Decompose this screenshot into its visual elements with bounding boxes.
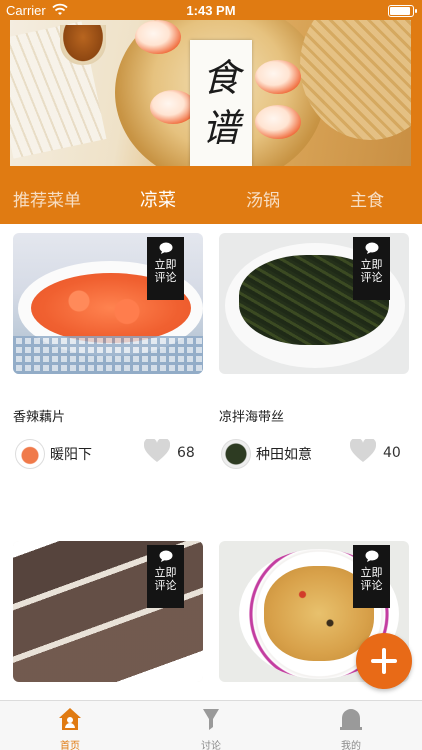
battery-icon <box>388 5 417 17</box>
banner-title-char-2: 谱 <box>201 106 240 150</box>
tab-home[interactable]: 首页 <box>30 701 110 750</box>
avatar[interactable] <box>221 439 251 469</box>
chat-bubble-icon <box>159 550 172 562</box>
tab-profile-label: 我的 <box>341 741 361 750</box>
recipe-name[interactable]: 凉拌海带丝 <box>219 406 284 425</box>
heart-icon[interactable] <box>144 439 170 463</box>
tab-discuss[interactable]: 讨论 <box>171 701 251 750</box>
avatar[interactable] <box>15 439 45 469</box>
category-tabs: 推荐菜单 凉菜 汤锅 主食 <box>0 186 422 218</box>
author-name[interactable]: 种田如意 <box>256 444 312 464</box>
comment-now-label-1: 立即 <box>360 258 383 271</box>
recipe-grid: 立即 评论 香辣藕片 暖阳下 68 立即 评论 凉拌海带丝 种田如意 40 立即… <box>0 224 422 700</box>
tab-hotpot[interactable]: 汤锅 <box>246 186 280 211</box>
profile-icon <box>340 709 362 730</box>
comment-now-label-2: 评论 <box>154 271 177 284</box>
comment-now-button[interactable]: 立即 评论 <box>147 237 184 300</box>
like-count: 68 <box>177 445 195 461</box>
bottom-tab-bar: 首页 讨论 我的 <box>0 700 422 750</box>
home-icon <box>59 708 81 730</box>
chat-bubble-icon <box>365 550 378 562</box>
tab-recommended[interactable]: 推荐菜单 <box>13 186 81 211</box>
banner-image[interactable]: 食 谱 <box>10 20 411 166</box>
discuss-icon <box>203 709 219 730</box>
add-recipe-button[interactable] <box>356 633 412 689</box>
comment-now-label-1: 立即 <box>360 566 383 579</box>
dumpling-illustration <box>255 60 301 94</box>
chat-bubble-icon <box>365 242 378 254</box>
chat-bubble-icon <box>159 242 172 254</box>
comment-now-button[interactable]: 立即 评论 <box>147 545 184 608</box>
tab-profile[interactable]: 我的 <box>311 701 391 750</box>
comment-now-label-1: 立即 <box>154 258 177 271</box>
status-bar: Carrier 1:43 PM <box>0 0 422 20</box>
author-name[interactable]: 暖阳下 <box>50 444 92 464</box>
tab-discuss-label: 讨论 <box>201 741 221 750</box>
banner-title-char-1: 食 <box>201 56 240 100</box>
recipe-name[interactable]: 香辣藕片 <box>13 406 65 425</box>
comment-now-label-1: 立即 <box>154 566 177 579</box>
heart-icon[interactable] <box>350 439 376 463</box>
tab-home-label: 首页 <box>60 741 80 750</box>
banner-scroll: 食 谱 <box>190 40 252 166</box>
comment-now-label-2: 评论 <box>360 271 383 284</box>
tab-cold-dishes[interactable]: 凉菜 <box>140 186 176 212</box>
comment-now-button[interactable]: 立即 评论 <box>353 545 390 608</box>
tab-staple-food[interactable]: 主食 <box>350 186 384 211</box>
comment-now-label-2: 评论 <box>360 579 383 592</box>
app: Carrier 1:43 PM 食 谱 推荐菜单 凉菜 汤锅 主食 立即 评论 … <box>0 0 422 750</box>
header: Carrier 1:43 PM 食 谱 推荐菜单 凉菜 汤锅 主食 <box>0 0 422 224</box>
dumpling-illustration <box>135 20 181 54</box>
comment-now-label-2: 评论 <box>154 579 177 592</box>
dumpling-illustration <box>255 105 301 139</box>
like-count: 40 <box>383 445 401 461</box>
tea-cup-illustration <box>60 25 106 65</box>
clock: 1:43 PM <box>186 3 236 18</box>
comment-now-button[interactable]: 立即 评论 <box>353 237 390 300</box>
